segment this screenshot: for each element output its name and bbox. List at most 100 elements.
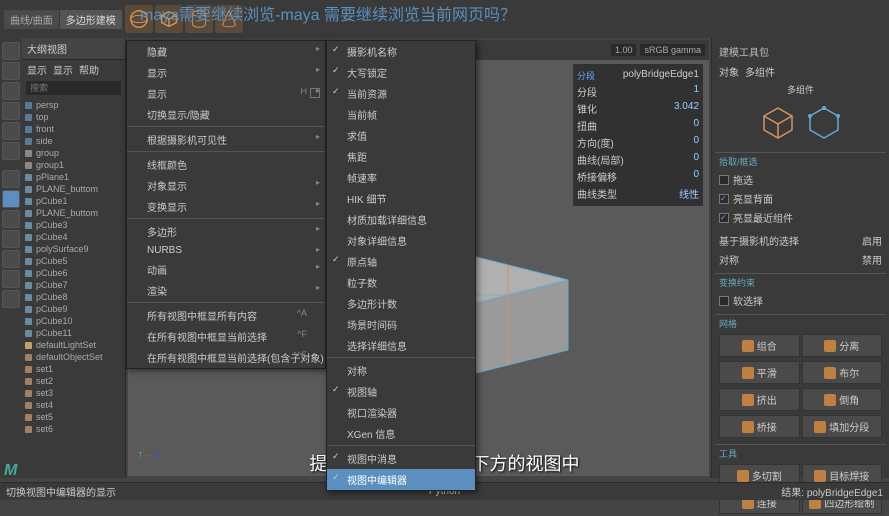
menu-item[interactable]: 场景时间码 — [327, 314, 475, 335]
menu-item[interactable]: 材质加载详细信息 — [327, 209, 475, 230]
menu-item[interactable]: 动画 — [127, 259, 325, 280]
tree-item[interactable]: group1 — [22, 159, 125, 171]
menu-item[interactable]: 所有视图中框显所有内容^A — [127, 305, 325, 326]
menu-item[interactable]: 大写锁定 — [327, 62, 475, 83]
tree-item[interactable]: side — [22, 135, 125, 147]
cam-sel-toggle[interactable]: 启用 — [862, 233, 882, 248]
tree-item[interactable]: pCube5 — [22, 255, 125, 267]
tree-item[interactable]: persp — [22, 99, 125, 111]
rpanel-tab-object[interactable]: 对象 — [719, 64, 739, 79]
tool-button[interactable]: 组合 — [719, 334, 800, 357]
outliner-menu-help[interactable]: 帮助 — [79, 62, 99, 77]
tree-item[interactable]: pCube10 — [22, 315, 125, 327]
sec-xform-hdr[interactable]: 变换约束 — [715, 273, 886, 291]
shelf-tab-poly[interactable]: 多边形建模 — [60, 10, 122, 29]
tool-snap4[interactable] — [2, 230, 20, 248]
sec-mesh-hdr[interactable]: 网格 — [715, 314, 886, 332]
tool-button[interactable]: 分离 — [802, 334, 883, 357]
comp-cube2-icon[interactable] — [804, 102, 844, 142]
outliner-search[interactable] — [26, 81, 121, 95]
tool-move[interactable] — [2, 102, 20, 120]
menu-item[interactable]: 显示H — [127, 83, 325, 104]
tree-item[interactable]: pCube1 — [22, 195, 125, 207]
outliner-menu-show[interactable]: 显示 — [53, 62, 73, 77]
menu-item[interactable]: 原点轴 — [327, 251, 475, 272]
menu-item[interactable]: 视图轴 — [327, 381, 475, 402]
menu-item[interactable]: 选择详细信息 — [327, 335, 475, 358]
tree-item[interactable]: pCube4 — [22, 231, 125, 243]
tree-item[interactable]: pCube11 — [22, 327, 125, 339]
menu-item[interactable]: 粒子数 — [327, 272, 475, 293]
tree-item[interactable]: PLANE_buttom — [22, 207, 125, 219]
tool-snap1[interactable] — [2, 170, 20, 188]
menu-item[interactable]: 当前资源 — [327, 83, 475, 104]
tool-paint[interactable] — [2, 82, 20, 100]
chk-soft[interactable] — [719, 296, 729, 306]
tool-select[interactable] — [2, 42, 20, 60]
sec-tools-hdr[interactable]: 工具 — [715, 444, 886, 462]
tree-item[interactable]: polySurface9 — [22, 243, 125, 255]
sym-toggle[interactable]: 禁用 — [862, 252, 882, 267]
menu-item[interactable]: HIK 细节 — [327, 188, 475, 209]
menu-item[interactable]: 对象详细信息 — [327, 230, 475, 251]
menu-item[interactable]: 视口渲染器 — [327, 402, 475, 423]
menu-item[interactable]: 在所有视图中框显当前选择^F — [127, 326, 325, 347]
menu-item[interactable]: 当前帧 — [327, 104, 475, 125]
tree-item[interactable]: pCube3 — [22, 219, 125, 231]
tool-button[interactable]: 桥接 — [719, 415, 800, 438]
tree-item[interactable]: pCube6 — [22, 267, 125, 279]
menu-item[interactable]: 切换显示/隐藏 — [127, 104, 325, 127]
menu-item[interactable]: 渲染 — [127, 280, 325, 303]
menu-item[interactable]: 线框颜色 — [127, 154, 325, 175]
tree-item[interactable]: set3 — [22, 387, 125, 399]
tree-item[interactable]: pCube9 — [22, 303, 125, 315]
tool-button[interactable]: 平滑 — [719, 361, 800, 384]
tree-item[interactable]: group — [22, 147, 125, 159]
tree-item[interactable]: set2 — [22, 375, 125, 387]
tool-button[interactable]: 倒角 — [802, 388, 883, 411]
tool-snap2[interactable] — [2, 190, 20, 208]
menu-item[interactable]: 隐藏 — [127, 41, 325, 62]
menu-item[interactable]: 多边形 — [127, 221, 325, 242]
tool-button[interactable]: 填加分段 — [802, 415, 883, 438]
tool-snap7[interactable] — [2, 290, 20, 308]
menu-item[interactable]: 视图中编辑器 — [327, 469, 475, 490]
tree-item[interactable]: pPlane1 — [22, 171, 125, 183]
menu-item[interactable]: 焦距 — [327, 146, 475, 167]
menu-item[interactable]: 显示 — [127, 62, 325, 83]
tool-button[interactable]: 挤出 — [719, 388, 800, 411]
tool-lasso[interactable] — [2, 62, 20, 80]
chk-drag[interactable] — [719, 175, 729, 185]
tree-item[interactable]: set5 — [22, 411, 125, 423]
menu-item[interactable]: 摄影机名称 — [327, 41, 475, 62]
tree-item[interactable]: PLANE_buttom — [22, 183, 125, 195]
menu-item[interactable]: 在所有视图中框显当前选择(包含子对象)^^F — [127, 347, 325, 368]
outliner-menu-display[interactable]: 显示 — [27, 62, 47, 77]
menu-item[interactable]: NURBS — [127, 242, 325, 259]
sec-pick-hdr[interactable]: 拾取/框选 — [715, 152, 886, 170]
tree-item[interactable]: front — [22, 123, 125, 135]
menu-item[interactable]: XGen 信息 — [327, 423, 475, 446]
tree-item[interactable]: pCube7 — [22, 279, 125, 291]
menu-item[interactable]: 求值 — [327, 125, 475, 146]
shelf-tab-curves[interactable]: 曲线/曲面 — [4, 10, 59, 29]
tree-item[interactable]: pCube8 — [22, 291, 125, 303]
tree-item[interactable]: set1 — [22, 363, 125, 375]
chk-nearest[interactable] — [719, 213, 729, 223]
menu-item[interactable]: 多边形计数 — [327, 293, 475, 314]
vp-zoom[interactable]: 1.00 — [611, 44, 637, 56]
menu-item[interactable]: 对象显示 — [127, 175, 325, 196]
tool-snap6[interactable] — [2, 270, 20, 288]
tree-item[interactable]: defaultLightSet — [22, 339, 125, 351]
tree-item[interactable]: top — [22, 111, 125, 123]
comp-cube-icon[interactable] — [758, 102, 798, 142]
tool-rotate[interactable] — [2, 122, 20, 140]
tree-item[interactable]: set6 — [22, 423, 125, 435]
menu-item[interactable]: 变换显示 — [127, 196, 325, 219]
tool-button[interactable]: 布尔 — [802, 361, 883, 384]
tree-item[interactable]: set4 — [22, 399, 125, 411]
chk-backface[interactable] — [719, 194, 729, 204]
tool-scale[interactable] — [2, 142, 20, 160]
tree-item[interactable]: defaultObjectSet — [22, 351, 125, 363]
tool-snap5[interactable] — [2, 250, 20, 268]
